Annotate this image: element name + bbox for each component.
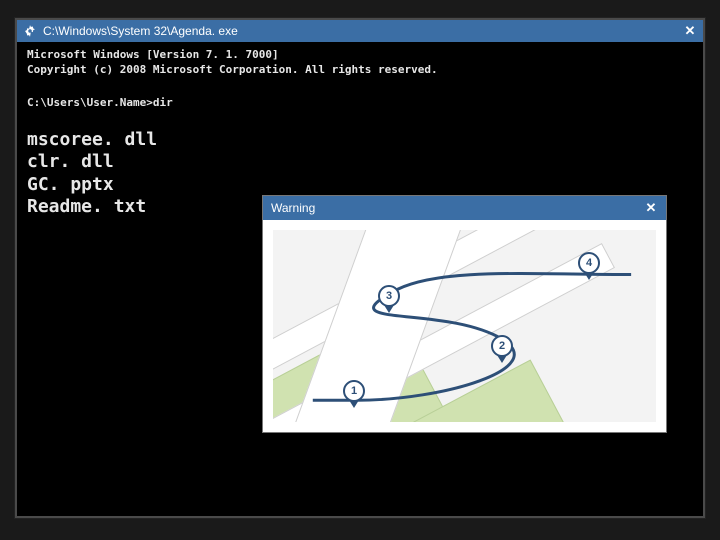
close-icon[interactable]: ✕ xyxy=(644,201,658,215)
console-window: C:\Windows\System 32\Agenda. exe ✕ Micro… xyxy=(15,18,705,518)
dialog-titlebar[interactable]: Warning ✕ xyxy=(263,196,666,220)
dialog-body: 1 2 3 4 xyxy=(263,220,666,432)
warning-dialog: Warning ✕ 1 2 3 4 xyxy=(262,195,667,433)
list-item: GC. pptx xyxy=(27,174,693,197)
gear-icon xyxy=(23,24,37,38)
pin-label: 1 xyxy=(351,385,357,397)
list-item: mscoree. dll xyxy=(27,129,693,152)
window-title: C:\Windows\System 32\Agenda. exe xyxy=(43,24,238,38)
list-item: clr. dll xyxy=(27,151,693,174)
titlebar-left: C:\Windows\System 32\Agenda. exe xyxy=(23,24,238,38)
titlebar[interactable]: C:\Windows\System 32\Agenda. exe ✕ xyxy=(17,20,703,42)
dialog-title: Warning xyxy=(271,201,315,215)
map-pin[interactable]: 3 xyxy=(378,285,400,307)
map-pin[interactable]: 2 xyxy=(491,335,513,357)
copyright-line: Copyright (c) 2008 Microsoft Corporation… xyxy=(27,63,693,78)
map-pin[interactable]: 4 xyxy=(578,252,600,274)
version-line: Microsoft Windows [Version 7. 1. 7000] xyxy=(27,48,693,63)
pin-label: 2 xyxy=(499,340,505,352)
pin-label: 3 xyxy=(386,290,392,302)
map-pin[interactable]: 1 xyxy=(343,380,365,402)
prompt-line: C:\Users\User.Name>dir xyxy=(27,96,693,111)
pin-label: 4 xyxy=(586,257,592,269)
map[interactable]: 1 2 3 4 xyxy=(273,230,656,422)
close-icon[interactable]: ✕ xyxy=(683,24,697,38)
